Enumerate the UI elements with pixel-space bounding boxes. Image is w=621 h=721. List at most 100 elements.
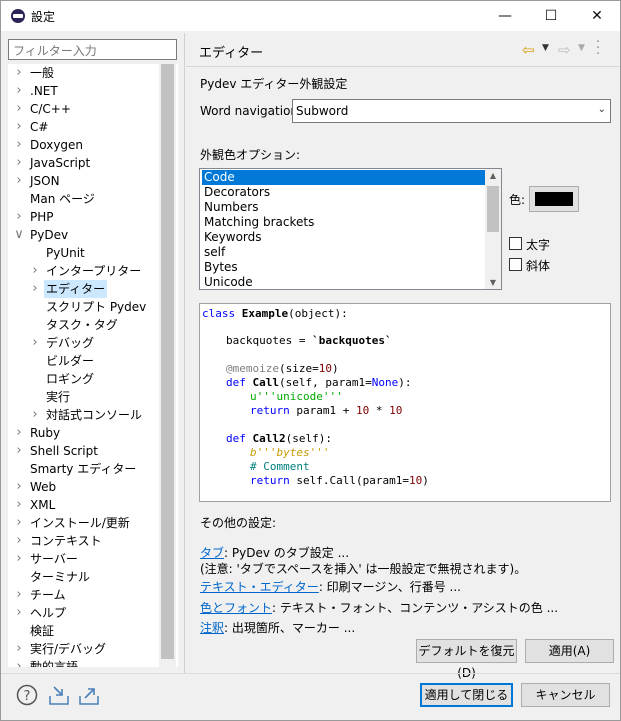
tree-item[interactable]: › インストール/更新 — [8, 514, 159, 532]
tree-item-label: 一般 — [30, 66, 55, 80]
export-icon[interactable] — [78, 684, 100, 706]
maximize-button[interactable]: ☐ — [528, 1, 574, 31]
chevron-right-icon[interactable]: › — [14, 514, 24, 532]
chevron-right-icon[interactable]: › — [14, 64, 24, 82]
tree-item[interactable]: › チーム — [8, 586, 159, 604]
chevron-right-icon[interactable]: › — [30, 280, 40, 298]
chevron-right-icon[interactable]: › — [14, 640, 24, 658]
apply-button[interactable]: 適用(A) — [525, 639, 614, 663]
help-icon[interactable]: ? — [16, 684, 38, 706]
tree-scrollbar[interactable] — [159, 64, 176, 667]
tab-link[interactable]: タブ — [200, 546, 224, 560]
back-dropdown-icon[interactable]: ▼ — [542, 43, 549, 53]
annotations-link[interactable]: 注釈 — [200, 621, 224, 635]
chevron-right-icon[interactable]: › — [14, 496, 24, 514]
restore-defaults-button[interactable]: デフォルトを復元(D) — [416, 639, 517, 680]
tree-item[interactable]: 検証 — [8, 622, 159, 640]
tree-item[interactable]: › Shell Script — [8, 442, 159, 460]
tree-item[interactable]: › Ruby — [8, 424, 159, 442]
tree-item[interactable]: › コンテキスト — [8, 532, 159, 550]
list-item[interactable]: Code — [202, 170, 485, 185]
tree-scroll-thumb[interactable] — [161, 64, 174, 659]
apply-and-close-button[interactable]: 適用して閉じる — [420, 683, 513, 707]
chevron-right-icon[interactable]: › — [30, 406, 40, 424]
tree-item[interactable]: › PHP — [8, 208, 159, 226]
tree-item[interactable]: タスク・タグ — [8, 316, 159, 334]
scroll-down-icon[interactable]: ▼ — [487, 278, 499, 287]
chevron-right-icon[interactable]: › — [30, 262, 40, 280]
chevron-right-icon[interactable]: › — [14, 550, 24, 568]
tree-item[interactable]: › エディター — [8, 280, 159, 298]
tree-item[interactable]: 実行 — [8, 388, 159, 406]
tree-item[interactable]: › 実行/デバッグ — [8, 640, 159, 658]
tree-item[interactable]: › 動的言語 — [8, 658, 159, 667]
tree-item[interactable]: › XML — [8, 496, 159, 514]
bold-checkbox[interactable] — [509, 237, 522, 250]
tree-item[interactable]: ロギング — [8, 370, 159, 388]
chevron-right-icon[interactable]: › — [14, 532, 24, 550]
tree-item[interactable]: › サーバー — [8, 550, 159, 568]
list-item[interactable]: Unicode — [202, 275, 485, 289]
color-picker-button[interactable] — [529, 186, 579, 212]
tree-item[interactable]: › Web — [8, 478, 159, 496]
tree-item[interactable]: ∨ PyDev — [8, 226, 159, 244]
chevron-right-icon[interactable]: › — [14, 208, 24, 226]
word-navigation-select[interactable]: Subword ⌄ — [292, 99, 611, 123]
minimize-button[interactable]: — — [482, 1, 528, 31]
view-menu-icon[interactable]: · · · — [596, 36, 602, 61]
tree-item[interactable]: ビルダー — [8, 352, 159, 370]
chevron-right-icon[interactable]: › — [14, 154, 24, 172]
import-icon[interactable] — [48, 684, 70, 706]
list-item[interactable]: Numbers — [202, 200, 485, 215]
chevron-right-icon[interactable]: › — [14, 424, 24, 442]
list-item[interactable]: self — [202, 245, 485, 260]
chevron-right-icon[interactable]: › — [14, 586, 24, 604]
scroll-up-icon[interactable]: ▲ — [487, 171, 499, 180]
chevron-down-icon[interactable]: ∨ — [14, 226, 24, 244]
tree-item[interactable]: PyUnit — [8, 244, 159, 262]
tree-item[interactable]: › .NET — [8, 82, 159, 100]
list-scroll-thumb[interactable] — [487, 186, 499, 232]
italic-checkbox[interactable] — [509, 258, 522, 271]
chevron-right-icon[interactable]: › — [14, 604, 24, 622]
tree-item[interactable]: › JavaScript — [8, 154, 159, 172]
color-font-link[interactable]: 色とフォント — [200, 601, 272, 615]
tree-item[interactable]: Man ページ — [8, 190, 159, 208]
chevron-right-icon[interactable]: › — [14, 100, 24, 118]
tree-item[interactable]: ターミナル — [8, 568, 159, 586]
chevron-right-icon[interactable]: › — [30, 334, 40, 352]
chevron-right-icon[interactable]: › — [14, 442, 24, 460]
color-label: 色: — [509, 193, 526, 207]
tree-item[interactable]: › C# — [8, 118, 159, 136]
close-button[interactable]: ✕ — [574, 1, 620, 31]
tree-item[interactable]: Smarty エディター — [8, 460, 159, 478]
cancel-button[interactable]: キャンセル — [521, 683, 610, 707]
tree-item[interactable]: スクリプト Pydev — [8, 298, 159, 316]
filter-input[interactable]: フィルター入力 — [8, 39, 177, 60]
color-options-list[interactable]: ▲ ▼ Code Decorators Numbers Matching bracke… — [199, 168, 502, 290]
chevron-right-icon[interactable]: › — [14, 82, 24, 100]
list-item[interactable]: Bytes — [202, 260, 485, 275]
back-arrow-icon[interactable]: ⇦ — [522, 41, 535, 59]
chevron-right-icon[interactable]: › — [14, 658, 24, 667]
list-item[interactable]: Matching brackets — [202, 215, 485, 230]
list-scrollbar[interactable]: ▲ ▼ — [485, 169, 501, 289]
chevron-right-icon[interactable]: › — [14, 118, 24, 136]
forward-arrow-icon[interactable]: ⇨ — [558, 41, 571, 59]
tree-item[interactable]: › デバッグ — [8, 334, 159, 352]
tree-item[interactable]: › ヘルプ — [8, 604, 159, 622]
tree-item[interactable]: › C/C++ — [8, 100, 159, 118]
list-item[interactable]: Decorators — [202, 185, 485, 200]
chevron-right-icon[interactable]: › — [14, 478, 24, 496]
chevron-right-icon[interactable]: › — [14, 172, 24, 190]
list-item[interactable]: Keywords — [202, 230, 485, 245]
tree-item-label: PHP — [30, 210, 54, 224]
tree-item[interactable]: › インタープリター — [8, 262, 159, 280]
tree-item[interactable]: › JSON — [8, 172, 159, 190]
chevron-right-icon[interactable]: › — [14, 136, 24, 154]
tree-item[interactable]: › 一般 — [8, 64, 159, 82]
text-editor-link[interactable]: テキスト・エディター — [200, 580, 319, 594]
tree-item[interactable]: › Doxygen — [8, 136, 159, 154]
tree-item[interactable]: › 対話式コンソール — [8, 406, 159, 424]
forward-dropdown-icon[interactable]: ▼ — [578, 43, 585, 53]
